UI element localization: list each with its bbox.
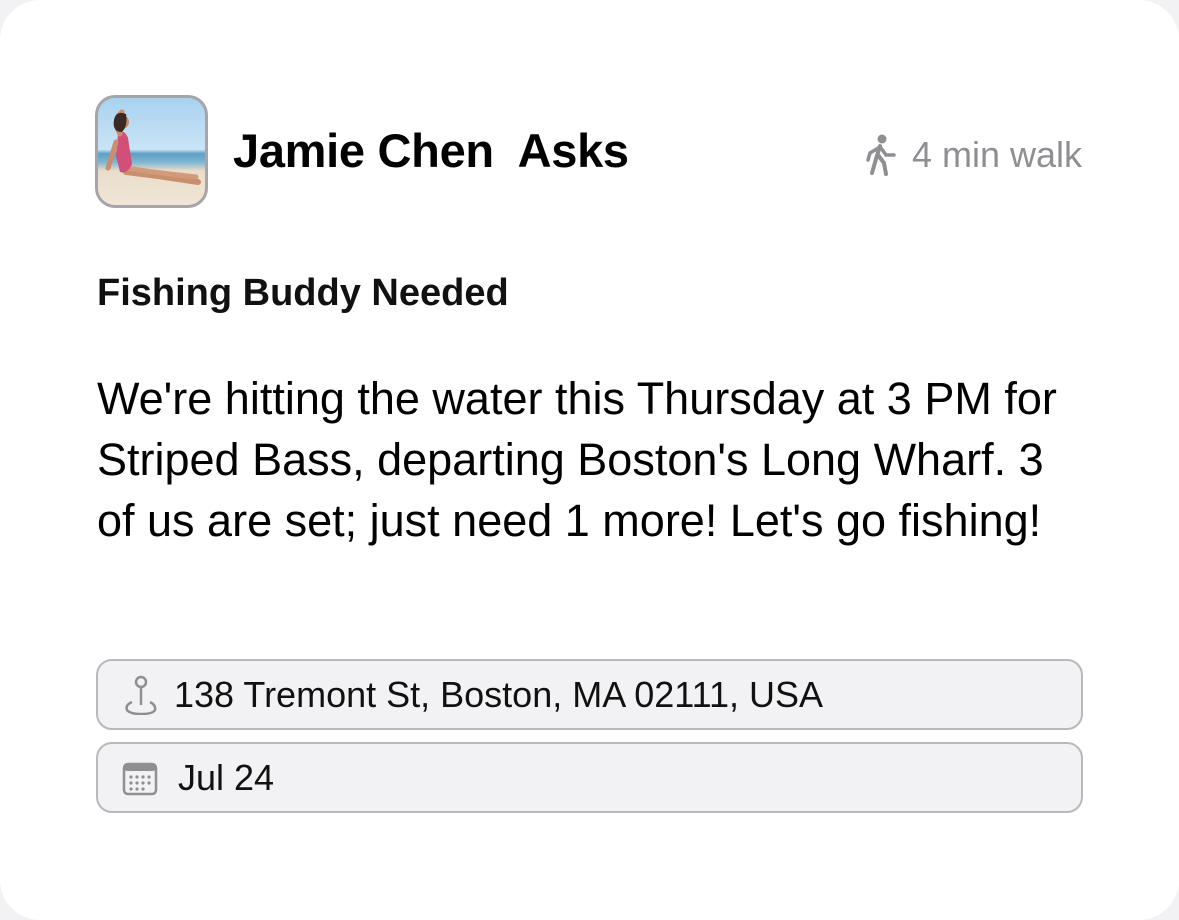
card-header: Jamie Chen Asks 4 min walk xyxy=(95,95,1082,210)
location-pin-icon xyxy=(125,675,157,715)
post-body: We're hitting the water this Thursday at… xyxy=(97,373,1057,546)
walking-person-icon xyxy=(866,134,896,176)
avatar[interactable] xyxy=(95,95,208,208)
location-text: 138 Tremont St, Boston, MA 02111, USA xyxy=(174,673,824,715)
distance-text: 4 min walk xyxy=(911,134,1082,175)
location-field[interactable]: 138 Tremont St, Boston, MA 02111, USA xyxy=(96,659,1083,730)
distance-indicator: 4 min walk xyxy=(864,133,1082,177)
post-title: Fishing Buddy Needed xyxy=(97,272,509,314)
date-field[interactable]: Jul 24 xyxy=(96,742,1083,813)
avatar-photo xyxy=(105,109,201,185)
calendar-icon xyxy=(122,762,158,795)
request-card[interactable]: Jamie Chen Asks 4 min walk Fishing Buddy… xyxy=(0,0,1179,920)
date-text: Jul 24 xyxy=(178,756,275,798)
author-name: Jamie Chen Asks xyxy=(233,124,629,177)
